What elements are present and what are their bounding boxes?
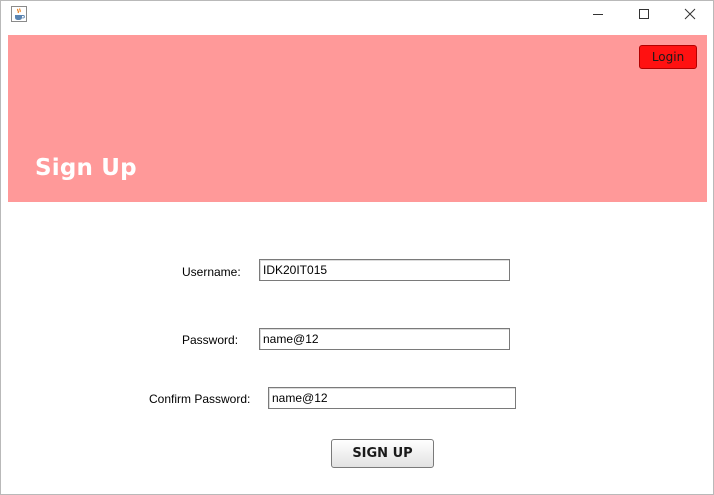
password-input[interactable]	[259, 328, 510, 350]
content-panel: Login Sign Up Username: Password: Confir…	[8, 35, 707, 492]
password-label: Password:	[182, 333, 239, 347]
app-window: Login Sign Up Username: Password: Confir…	[0, 0, 714, 495]
close-icon	[684, 5, 696, 24]
maximize-button[interactable]	[621, 1, 667, 27]
minimize-icon	[592, 5, 604, 24]
username-input[interactable]	[259, 259, 510, 281]
close-button[interactable]	[667, 1, 713, 27]
confirm-password-input[interactable]	[268, 387, 516, 409]
maximize-icon	[638, 5, 650, 24]
title-bar[interactable]	[1, 1, 713, 27]
sign-up-button[interactable]: SIGN UP	[331, 439, 434, 468]
java-cup-icon	[11, 6, 27, 22]
username-label: Username:	[182, 265, 241, 279]
confirm-password-label: Confirm Password:	[149, 392, 251, 406]
minimize-button[interactable]	[575, 1, 621, 27]
page-title: Sign Up	[35, 155, 137, 181]
login-button[interactable]: Login	[639, 45, 697, 69]
header-banner: Login Sign Up	[8, 35, 707, 202]
